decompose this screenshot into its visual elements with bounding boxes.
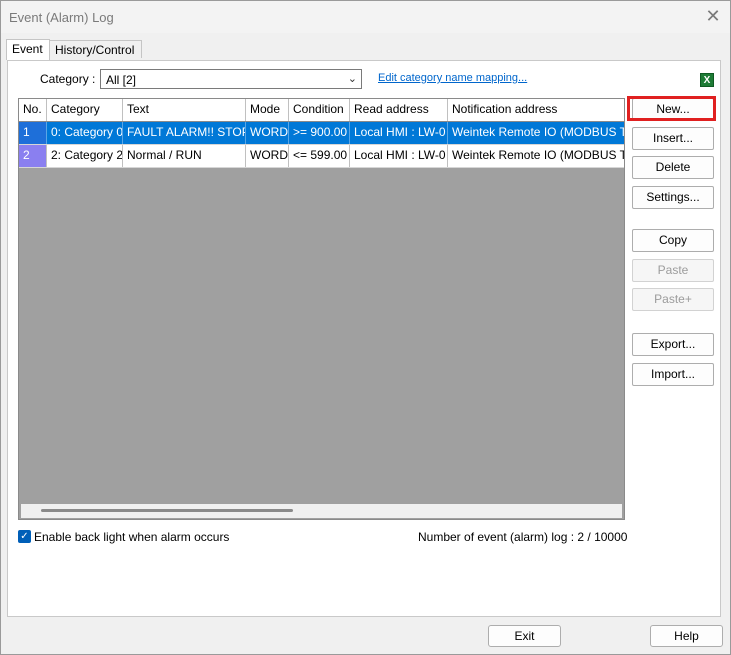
delete-button[interactable]: Delete	[632, 156, 714, 179]
column-header-condition[interactable]: Condition	[289, 99, 350, 121]
tab-history-control[interactable]: History/Control	[49, 40, 142, 58]
row-text: FAULT ALARM!! STOP	[123, 122, 246, 144]
settings-button[interactable]: Settings...	[632, 186, 714, 209]
row-mode: WORD	[246, 122, 289, 144]
close-icon[interactable]: ✕	[704, 7, 722, 25]
backlight-label: Enable back light when alarm occurs	[34, 530, 230, 544]
row-notification-address: Weintek Remote IO (MODBUS TCP)	[452, 148, 624, 162]
export-button[interactable]: Export...	[632, 333, 714, 356]
row-condition: <= 599.00	[289, 145, 350, 167]
column-header-category[interactable]: Category	[47, 99, 123, 121]
tab-event[interactable]: Event	[6, 39, 50, 60]
copy-button[interactable]: Copy	[632, 229, 714, 252]
row-category: 0: Category 0	[47, 122, 123, 144]
row-mode: WORD	[246, 145, 289, 167]
edit-category-mapping-link[interactable]: Edit category name mapping...	[378, 72, 527, 84]
row-no: 1	[19, 122, 47, 144]
row-condition: >= 900.00	[289, 122, 350, 144]
column-header-text[interactable]: Text	[123, 99, 246, 121]
event-count-text: Number of event (alarm) log : 2 / 10000	[418, 530, 628, 544]
excel-icon[interactable]: X	[700, 73, 714, 87]
backlight-checkbox[interactable]: ✓	[18, 530, 31, 543]
horizontal-scrollbar[interactable]	[21, 504, 622, 518]
paste-button[interactable]: Paste	[632, 259, 714, 282]
title-bar: Event (Alarm) Log ✕	[1, 1, 730, 33]
column-header-mode[interactable]: Mode	[246, 99, 289, 121]
column-header-read-address[interactable]: Read address	[350, 99, 448, 121]
window-title: Event (Alarm) Log	[9, 10, 114, 25]
row-read-address: Local HMI : LW-0	[350, 145, 448, 167]
table-header: No. Category Text Mode Condition Read ad…	[19, 99, 624, 122]
row-read-address: Local HMI : LW-0	[350, 122, 448, 144]
exit-button[interactable]: Exit	[488, 625, 561, 647]
row-text: Normal / RUN	[123, 145, 246, 167]
row-category: 2: Category 2	[47, 145, 123, 167]
row-no: 2	[19, 145, 47, 167]
new-button-highlight	[627, 96, 716, 121]
category-select[interactable]: All [2] ⌄	[100, 69, 362, 89]
table-row[interactable]: 2 2: Category 2 Normal / RUN WORD <= 599…	[19, 145, 624, 168]
category-label: Category :	[40, 72, 96, 86]
column-header-notification-address[interactable]: Notification address	[448, 99, 624, 121]
import-button[interactable]: Import...	[632, 363, 714, 386]
insert-button[interactable]: Insert...	[632, 127, 714, 150]
event-table: No. Category Text Mode Condition Read ad…	[18, 98, 625, 520]
table-row[interactable]: 1 0: Category 0 FAULT ALARM!! STOP WORD …	[19, 122, 624, 145]
scrollbar-thumb[interactable]	[41, 509, 293, 512]
chevron-down-icon: ⌄	[347, 73, 357, 85]
row-notification-address: Weintek Remote IO (MODBUS TCP)	[452, 125, 624, 139]
help-button[interactable]: Help	[650, 625, 723, 647]
column-header-no[interactable]: No.	[19, 99, 47, 121]
paste-plus-button[interactable]: Paste+	[632, 288, 714, 311]
category-select-value: All [2]	[106, 73, 137, 87]
